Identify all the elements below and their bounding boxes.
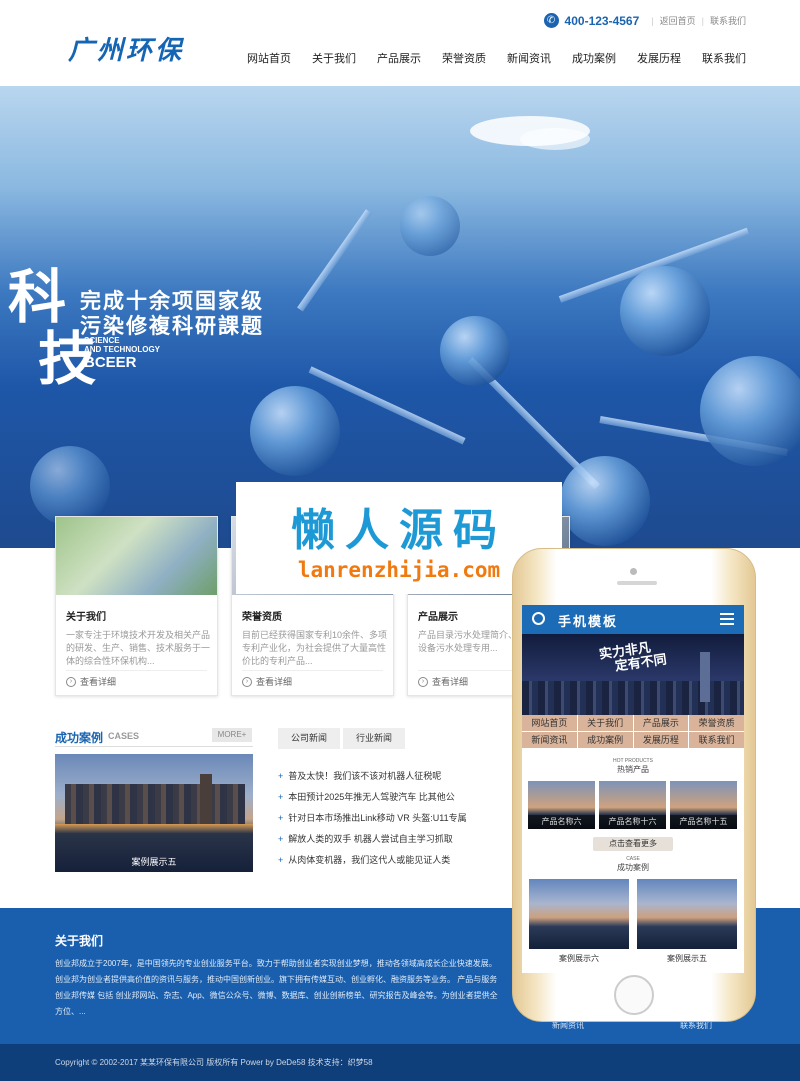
copyright-text: Copyright © 2002-2017 某某环保有限公司 版权所有 Powe… (55, 1058, 373, 1067)
phone-icon: ✆ (543, 13, 559, 28)
mobile-header: 手机模板 (522, 605, 744, 634)
m-nav-contact[interactable]: 联系我们 (689, 732, 744, 748)
speaker-icon (617, 581, 657, 585)
phone-mockup: 手机模板 实力非凡 定有不同 网站首页 关于我们 产品展示 荣誉资质 新闻资讯 … (512, 548, 756, 1022)
mobile-case-image[interactable] (529, 879, 629, 949)
banner-en: SCIENCE AND TECHNOLOGY (84, 336, 160, 354)
nav-item-cases[interactable]: 成功案例 (572, 50, 616, 66)
m-nav-about[interactable]: 关于我们 (577, 715, 633, 731)
nav-item-contact[interactable]: 联系我们 (702, 50, 746, 66)
card-title: 产品展示 (418, 612, 458, 623)
menu-icon[interactable] (720, 613, 734, 625)
m-nav-cases[interactable]: 成功案例 (577, 732, 633, 748)
tab-company-news[interactable]: 公司新闻 (278, 728, 340, 749)
m-nav-history[interactable]: 发展历程 (633, 732, 689, 748)
mobile-banner: 实力非凡 定有不同 (522, 634, 744, 715)
mobile-product[interactable]: 产品名称十六 (599, 781, 666, 829)
site-logo[interactable]: 广州环保 (68, 30, 184, 67)
site-header: 广州环保 ✆ 400-123-4567 | 返回首页 | 联系我们 网站首页 关… (0, 0, 800, 86)
news-item[interactable]: + 从肉体变机器，我们这代人或能见证人类 (278, 854, 493, 875)
top-link-home[interactable]: 返回首页 (660, 14, 696, 27)
mobile-case-title: CASE 成功案例 (617, 856, 649, 873)
molecule-sphere (400, 196, 460, 256)
mobile-case-caption: 案例展示六 (559, 954, 599, 963)
tab-industry-news[interactable]: 行业新闻 (343, 728, 405, 749)
card-more-link[interactable]: › 查看详细 (242, 675, 292, 688)
main-nav: 网站首页 关于我们 产品展示 荣誉资质 新闻资讯 成功案例 发展历程 联系我们 (247, 50, 746, 66)
molecule-sphere (620, 266, 710, 356)
top-link-contact[interactable]: 联系我们 (710, 14, 746, 27)
card-more-link[interactable]: › 查看详细 (66, 675, 116, 688)
nav-item-products[interactable]: 产品展示 (377, 50, 421, 66)
case-image[interactable]: 案例展示五 (55, 754, 253, 872)
mobile-hot-title: HOT PRODUCTS 热销产品 (613, 758, 653, 775)
nav-item-home[interactable]: 网站首页 (247, 50, 291, 66)
camera-icon (630, 568, 637, 575)
search-icon[interactable] (532, 612, 545, 625)
cases-more-button[interactable]: MORE+ (212, 728, 252, 742)
arrow-right-icon: › (242, 676, 252, 687)
card-title: 关于我们 (66, 612, 106, 623)
m-nav-products[interactable]: 产品展示 (633, 715, 689, 731)
nav-item-honors[interactable]: 荣誉资质 (442, 50, 486, 66)
molecule-sphere (30, 446, 110, 526)
cases-subtitle: CASES (108, 731, 140, 741)
home-button[interactable] (614, 975, 654, 1015)
news-item[interactable]: + 普及太快！我们该不该对机器人征税呢 (278, 770, 493, 791)
card-title: 荣誉资质 (242, 612, 282, 623)
card-desc: 一家专注于环境技术开发及相关产品的研发、生产、销售、技术服务于一体的综合性环保机… (66, 630, 211, 666)
arrow-right-icon: › (418, 676, 428, 687)
copyright-bar: Copyright © 2002-2017 某某环保有限公司 版权所有 Powe… (0, 1044, 800, 1081)
news-item[interactable]: + 解放人类的双手 机器人尝试自主学习抓取 (278, 833, 493, 854)
header-contact: ✆ 400-123-4567 | 返回首页 | 联系我们 (543, 13, 746, 28)
molecule-sphere (560, 456, 650, 546)
card-image (56, 517, 217, 595)
card-desc: 目前已经获得国家专利10余件、多项专利产业化，为社会提供了大量高性价比的专利产品… (242, 630, 387, 666)
mobile-product[interactable]: 产品名称十五 (670, 781, 737, 829)
nav-item-news[interactable]: 新闻资讯 (507, 50, 551, 66)
m-nav-news[interactable]: 新闻资讯 (522, 732, 577, 748)
mobile-slogan: 实力非凡 定有不同 (598, 640, 668, 675)
molecule-sphere (440, 316, 510, 386)
card-about[interactable]: 关于我们 一家专注于环境技术开发及相关产品的研发、生产、销售、技术服务于一体的综… (55, 516, 218, 696)
mobile-product[interactable]: 产品名称六 (528, 781, 595, 829)
footer-text: 创业邦成立于2007年，是中国领先的专业创业服务平台。致力于帮助创业者实现创业梦… (55, 959, 498, 1016)
banner-bceer: BCEER (84, 354, 137, 371)
mobile-case-caption: 案例展示五 (667, 954, 707, 963)
news-item[interactable]: + 本田预计2025年推无人驾驶汽车 比其他公 (278, 791, 493, 812)
mobile-title: 手机模板 (558, 614, 619, 629)
hero-banner: 科 技 完成十余项国家级 污染修複科研課题 SCIENCE AND TECHNO… (0, 86, 800, 548)
mobile-case-image[interactable] (637, 879, 737, 949)
m-nav-honors[interactable]: 荣誉资质 (689, 715, 744, 731)
watermark-cn: 懒人源码 (291, 505, 507, 556)
mobile-nav: 网站首页 关于我们 产品展示 荣誉资质 新闻资讯 成功案例 发展历程 联系我们 (522, 715, 744, 748)
card-more-link[interactable]: › 查看详细 (418, 675, 468, 688)
phone-number: 400-123-4567 (564, 13, 640, 28)
molecule-sphere (700, 356, 800, 466)
nav-item-history[interactable]: 发展历程 (637, 50, 681, 66)
phone-screen: 手机模板 实力非凡 定有不同 网站首页 关于我们 产品展示 荣誉资质 新闻资讯 … (522, 605, 744, 973)
mobile-more-button[interactable]: 点击查看更多 (593, 837, 673, 851)
news-list: + 普及太快！我们该不该对机器人征税呢 + 本田预计2025年推无人驾驶汽车 比其他… (278, 770, 493, 875)
m-nav-home[interactable]: 网站首页 (522, 715, 577, 731)
footer-title: 关于我们 (55, 934, 104, 948)
news-item[interactable]: + 针对日本市场推出Link移动 VR 头盔:U11专属 (278, 812, 493, 833)
case-caption: 案例展示五 (131, 857, 177, 867)
arrow-right-icon: › (66, 676, 76, 687)
nav-item-about[interactable]: 关于我们 (312, 50, 356, 66)
molecule-sphere (250, 386, 340, 476)
cases-title: 成功案例 (55, 731, 104, 745)
